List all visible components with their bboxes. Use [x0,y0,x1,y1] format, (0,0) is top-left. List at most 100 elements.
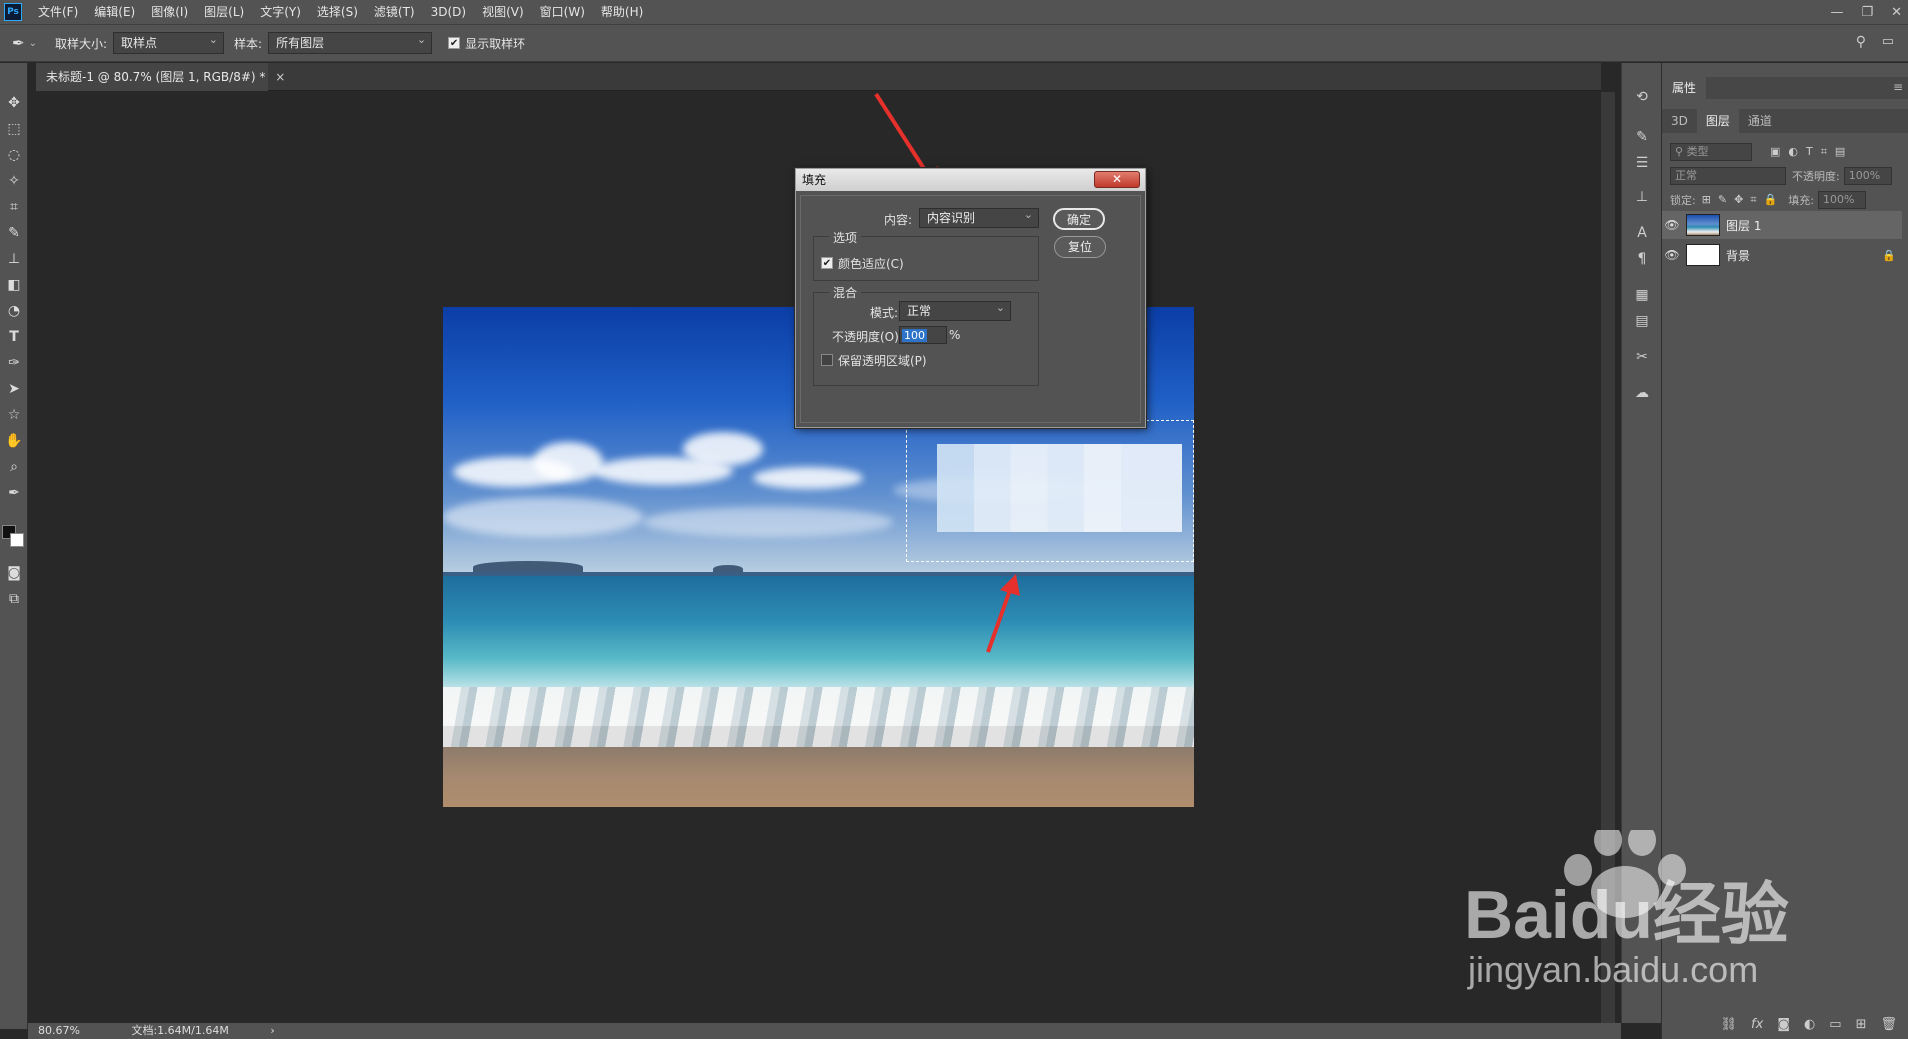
tab-close-icon[interactable]: × [275,70,285,84]
adjustments-icon[interactable]: ☰ [1632,153,1652,173]
status-arrow-icon[interactable]: › [270,1024,274,1037]
background-color-swatch[interactable] [10,533,24,547]
watermark-brand: Baidu经验 [1464,877,1789,953]
layer-thumbnail [1686,244,1720,266]
fx-icon[interactable]: fx [1751,1017,1763,1032]
crop-tool-icon[interactable]: ⌗ [4,197,24,217]
stamp-tool-icon[interactable]: ⊥ [4,249,24,269]
hand-tool-icon[interactable]: ✋ [4,431,24,451]
zoom-tool-icon[interactable]: ⌕ [4,457,24,477]
mode-select[interactable]: 正常 [899,299,1011,321]
layer-search-input[interactable]: ⚲ 类型 [1670,143,1752,161]
ok-button[interactable]: 确定 [1053,208,1105,230]
arrow-to-selection [986,574,1020,653]
brush-tool-icon[interactable]: ✎ [4,223,24,243]
dialog-close-icon[interactable]: ✕ [1094,171,1140,188]
restore-icon[interactable]: ❐ [1861,5,1873,20]
preserve-transparency-checkbox[interactable] [821,354,833,366]
menu-3d[interactable]: 3D(D) [423,0,474,24]
new-layer-icon[interactable]: ⊞ [1856,1017,1867,1032]
workspace-icon[interactable]: ▭ [1882,34,1894,49]
screen-mode-icon[interactable]: ⧉ [4,589,24,609]
menu-edit[interactable]: 编辑(E) [86,0,143,24]
layer-blend-select[interactable]: 正常 [1670,167,1786,185]
dodge-tool-icon[interactable]: ◔ [4,301,24,321]
sample-size-select[interactable]: 取样点 [113,30,225,54]
baidu-watermark: Baidu经验 jingyan.baidu.com [1464,830,1789,990]
minimize-icon[interactable]: — [1830,5,1843,20]
layer-fill-field[interactable]: 100% [1817,191,1866,209]
menu-window[interactable]: 窗口(W) [532,0,593,24]
menu-layer[interactable]: 图层(L) [196,0,252,24]
eyedropper-icon[interactable]: ✒ [4,483,24,503]
eraser-tool-icon[interactable]: ◧ [4,275,24,295]
tab-channels[interactable]: 通道 [1739,109,1781,133]
libraries-icon[interactable]: ▦ [1632,285,1652,305]
reset-button[interactable]: 复位 [1054,236,1106,258]
photoshop-logo-icon: Ps [4,3,22,21]
pen-tool-icon[interactable]: ✑ [4,353,24,373]
eye-icon[interactable]: 👁 [1662,248,1682,262]
mask-icon[interactable]: ◙ [1777,1017,1790,1032]
zoom-level[interactable]: 80.67% [38,1024,80,1037]
creative-cloud-icon[interactable]: ☁ [1632,383,1652,403]
layer-thumbnail [1686,214,1720,236]
marquee-tool-icon[interactable]: ⬚ [4,119,24,139]
menu-type[interactable]: 文字(Y) [252,0,309,24]
window-controls: — ❐ ✕ [1830,0,1902,24]
layer-row-layer1[interactable]: 👁 图层 1 [1662,211,1902,239]
content-select[interactable]: 内容识别 [919,206,1039,228]
quick-mask-icon[interactable]: ◙ [4,563,24,583]
lasso-tool-icon[interactable]: ◌ [4,145,24,165]
sample-select[interactable]: 所有图层 [268,30,433,54]
magic-wand-tool-icon[interactable]: ✧ [4,171,24,191]
menu-file[interactable]: 文件(F) [30,0,86,24]
move-tool-icon[interactable]: ✥ [4,93,24,113]
layers-footer: ⛓ fx ◙ ◐ ▭ ⊞ 🗑 [1662,1009,1908,1039]
layer-row-background[interactable]: 👁 背景 🔒 [1662,241,1902,269]
opacity-input[interactable]: 100 [899,326,947,344]
color-adapt-checkbox[interactable]: ✔ [821,257,833,269]
properties-header: 属性 ≡ [1662,77,1908,99]
menu-filter[interactable]: 滤镜(T) [366,0,423,24]
eyedropper-tool-icon[interactable]: ✒ [12,34,25,52]
tools-icon[interactable]: ✂ [1632,347,1652,367]
lock-row: 锁定: ⊞✎✥⌗🔒 填充: 100% [1662,191,1908,209]
link-icon[interactable]: ⛓ [1721,1017,1738,1032]
clone-source-icon[interactable]: ⊥ [1632,187,1652,207]
tab-properties[interactable]: 属性 [1662,77,1706,99]
layer-name: 背景 [1726,248,1751,263]
layer-panel-tabs: 3D 图层 通道 [1662,109,1908,133]
group-icon[interactable]: ▭ [1829,1017,1841,1032]
show-ring-checkbox[interactable]: ✔ [448,37,461,49]
menu-view[interactable]: 视图(V) [474,0,532,24]
tool-preset-chevron-icon[interactable]: ⌄ [29,38,37,49]
lock-icons[interactable]: ⊞✎✥⌗🔒 [1702,193,1785,207]
document-tab[interactable]: 未标题-1 @ 80.7% (图层 1, RGB/8#) * × [36,63,285,91]
menu-image[interactable]: 图像(I) [143,0,196,24]
path-select-tool-icon[interactable]: ➤ [4,379,24,399]
menu-help[interactable]: 帮助(H) [593,0,651,24]
percent-label: % [949,328,961,342]
show-ring-label: 显示取样环 [465,36,526,51]
trash-icon[interactable]: 🗑 [1880,1017,1897,1032]
search-icon[interactable]: ⚲ [1856,34,1866,50]
tab-layers[interactable]: 图层 [1696,109,1739,133]
history-icon[interactable]: ⟲ [1632,87,1652,107]
sample-size-label: 取样大小: [54,36,108,51]
shape-tool-icon[interactable]: ☆ [4,405,24,425]
notes-icon[interactable]: ▤ [1632,311,1652,331]
adjustment-layer-icon[interactable]: ◐ [1804,1017,1815,1032]
tools-panel: ✥ ⬚ ◌ ✧ ⌗ ✎ ⊥ ◧ ◔ T ✑ ➤ ☆ ✋ ⌕ ✒ ◙ ⧉ [0,63,28,1029]
layer-filter-icons[interactable]: ▣◐T⌗▤ [1770,145,1853,159]
layer-opacity-field[interactable]: 100% [1843,167,1892,185]
tab-3d[interactable]: 3D [1662,109,1697,133]
menu-select[interactable]: 选择(S) [309,0,366,24]
character-icon[interactable]: A [1632,223,1652,243]
close-window-icon[interactable]: ✕ [1891,5,1902,20]
eye-icon[interactable]: 👁 [1662,218,1682,232]
paragraph-icon[interactable]: ¶ [1632,249,1652,269]
type-tool-icon[interactable]: T [4,327,24,347]
panel-menu-icon[interactable]: ≡ [1893,80,1903,94]
brush-settings-icon[interactable]: ✎ [1632,127,1652,147]
